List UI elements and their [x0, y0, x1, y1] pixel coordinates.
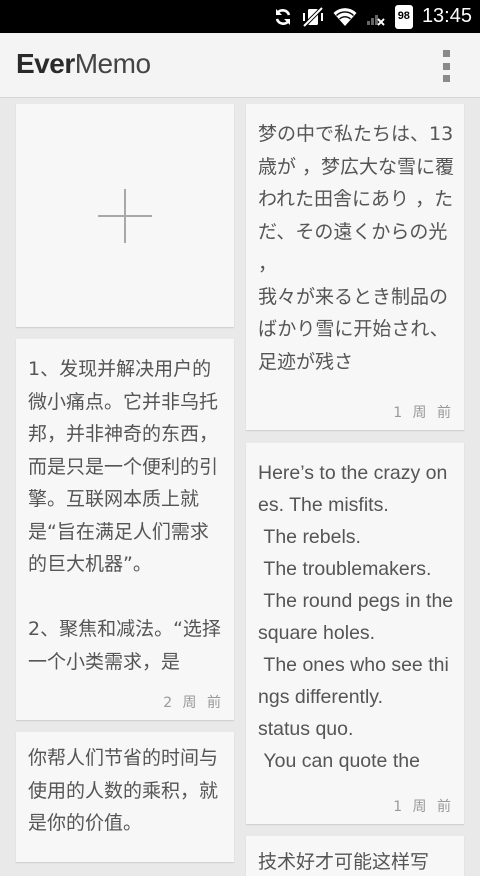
battery-icon: 98: [394, 4, 413, 29]
memo-card[interactable]: 1、发现并解决用户的微小痛点。它并非乌托邦，并非神奇的东西，而是只是一个便利的引…: [16, 339, 234, 720]
memo-text: 1、发现并解决用户的微小痛点。它并非乌托邦，并非神奇的东西，而是只是一个便利的引…: [28, 358, 221, 673]
signal-no-service-icon: [366, 6, 386, 28]
logo-memo: Memo: [74, 48, 151, 79]
memo-text: 技术好才可能这样写: [258, 851, 430, 873]
memo-text: 你帮人们节省的时间与使用的人数的乘积，就是你的价值。: [28, 747, 219, 834]
new-memo-button[interactable]: [16, 104, 234, 327]
memo-age: 2 周 前: [163, 695, 224, 711]
wifi-icon: [333, 6, 357, 28]
clock: 13:45: [421, 5, 472, 27]
overflow-menu-icon[interactable]: [442, 50, 450, 82]
app-logo: EverMemo: [16, 48, 151, 80]
memo-age: 1 周 前: [393, 799, 454, 815]
memo-age: 1 周 前: [393, 405, 454, 421]
memo-text: 梦の中で私たちは、13歳が ，梦広大な雪に覆われた田舎にあり ，ただ、その遠くか…: [258, 123, 455, 373]
memo-card[interactable]: 技术好才可能这样写: [246, 836, 464, 876]
status-bar: 98 13:45: [0, 0, 480, 33]
memo-card[interactable]: 你帮人们节省的时间与使用的人数的乘积，就是你的价值。: [16, 732, 234, 862]
mute-vibrate-icon: [302, 6, 324, 28]
sync-icon: [273, 6, 293, 28]
memo-card[interactable]: Here’s to the crazy ones. The misfits. T…: [246, 443, 464, 824]
memo-text: Here’s to the crazy ones. The misfits. T…: [258, 462, 454, 772]
plus-icon: [98, 188, 152, 243]
app-bar: EverMemo: [0, 33, 480, 98]
logo-ever: Ever: [16, 48, 75, 79]
memo-card[interactable]: 梦の中で私たちは、13歳が ，梦広大な雪に覆われた田舎にあり ，ただ、その遠くか…: [246, 104, 464, 430]
